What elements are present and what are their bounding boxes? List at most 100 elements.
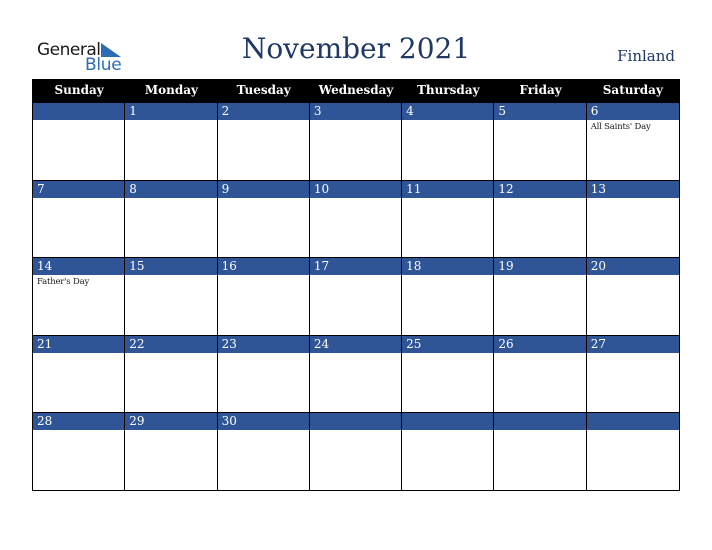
day-cell[interactable]: 3 [309,102,403,180]
day-cell[interactable]: 2 [217,102,310,180]
day-number: 7 [33,180,125,198]
day-cell[interactable]: 12 [494,179,587,257]
day-number [33,103,125,120]
weekday-header-thursday: Thursday [416,83,480,97]
holiday-label [494,353,585,355]
day-cell[interactable]: 10 [309,179,403,257]
week-row: 21 22 23 24 25 26 27 [33,334,679,413]
day-number: 4 [402,103,494,120]
weekday-header-tuesday: Tuesday [236,83,291,97]
holiday-label [33,198,124,200]
weekday-header-sunday: Sunday [54,83,104,97]
day-cell[interactable]: 25 [402,334,495,412]
day-cell[interactable]: 18 [402,257,495,335]
day-cell[interactable]: 6 All Saints' Day [586,102,679,180]
week-row: 7 8 9 10 11 12 13 [33,179,679,258]
day-number: 18 [402,258,494,275]
holiday-label [218,353,309,355]
day-number: 2 [217,103,309,120]
holiday-label [125,353,216,355]
day-cell[interactable]: 19 [494,257,587,335]
day-number: 20 [586,258,679,275]
day-number: 21 [33,335,125,353]
holiday-label: All Saints' Day [590,122,651,132]
holiday-label [33,120,124,122]
day-cell[interactable]: 30 [217,412,310,490]
day-cell[interactable]: 26 [494,334,587,412]
day-number: 30 [217,413,309,430]
holiday-label [218,430,309,432]
weekday-header-wednesday: Wednesday [318,83,394,97]
day-number: 28 [33,413,125,430]
day-number: 16 [217,258,309,275]
weekday-header-friday: Friday [519,83,562,97]
day-number: 6 [586,103,679,120]
day-number: 5 [494,103,586,120]
calendar-grid: Sunday Monday Tuesday Wednesday Thursday Frid… [32,79,680,491]
holiday-label [125,430,216,432]
week-row: 28 29 30 [33,412,679,490]
day-cell[interactable]: 24 [309,334,403,412]
day-number [586,413,679,430]
weekday-header-row: Sunday Monday Tuesday Wednesday Thursday Frid… [33,79,679,102]
day-number: 12 [494,180,586,198]
day-cell[interactable]: 21 [33,334,126,412]
holiday-label [402,275,493,277]
day-cell[interactable] [586,412,679,490]
holiday-label [402,120,493,122]
day-number: 14 [33,258,125,275]
holiday-label [310,120,401,122]
day-cell[interactable]: 1 [125,102,218,180]
day-number [402,413,494,430]
day-cell[interactable]: 11 [402,179,495,257]
holiday-label [125,198,216,200]
day-cell[interactable]: 28 [33,412,126,490]
day-number: 26 [494,335,586,353]
day-cell[interactable]: 7 [33,179,126,257]
day-cell[interactable]: 17 [309,257,403,335]
day-cell[interactable]: 20 [586,257,679,335]
day-number: 3 [309,103,402,120]
holiday-label [125,120,216,122]
holiday-label [402,430,493,432]
day-number [309,413,402,430]
day-cell[interactable]: 14 Father's Day [33,257,126,335]
day-cell[interactable]: 29 [125,412,218,490]
holiday-label [587,198,679,200]
day-number: 24 [309,335,402,353]
day-cell[interactable]: 4 [402,102,495,180]
holiday-label [218,198,309,200]
day-cell[interactable]: 16 [217,257,310,335]
day-cell[interactable] [33,102,126,180]
holiday-label [125,275,216,277]
day-cell[interactable] [494,412,587,490]
day-cell[interactable]: 23 [217,334,310,412]
day-number: 11 [402,180,494,198]
holiday-label [402,353,493,355]
holiday-label [494,430,585,432]
day-cell[interactable]: 5 [494,102,587,180]
day-number: 1 [125,103,217,120]
day-cell[interactable] [402,412,495,490]
holiday-label [310,275,401,277]
day-number: 15 [125,258,217,275]
day-cell[interactable] [309,412,403,490]
day-cell[interactable]: 9 [217,179,310,257]
day-number: 17 [309,258,402,275]
day-cell[interactable]: 15 [125,257,218,335]
day-number: 10 [309,180,402,198]
day-cell[interactable]: 8 [125,179,218,257]
day-number: 9 [217,180,309,198]
page-title: November 2021 [241,32,471,65]
week-row: 14 Father's Day 15 16 17 18 19 20 [33,257,679,335]
weekday-header-monday: Monday [144,83,198,97]
day-cell[interactable]: 13 [586,179,679,258]
week-row: 1 2 3 4 5 6 All Saints' Day [33,102,679,180]
day-cell[interactable]: 22 [125,334,218,412]
holiday-label: Father's Day [37,277,90,287]
holiday-label [310,353,401,355]
holiday-label [33,430,124,432]
holiday-label [402,198,493,200]
day-number: 29 [125,413,217,430]
day-cell[interactable]: 27 [586,334,679,413]
